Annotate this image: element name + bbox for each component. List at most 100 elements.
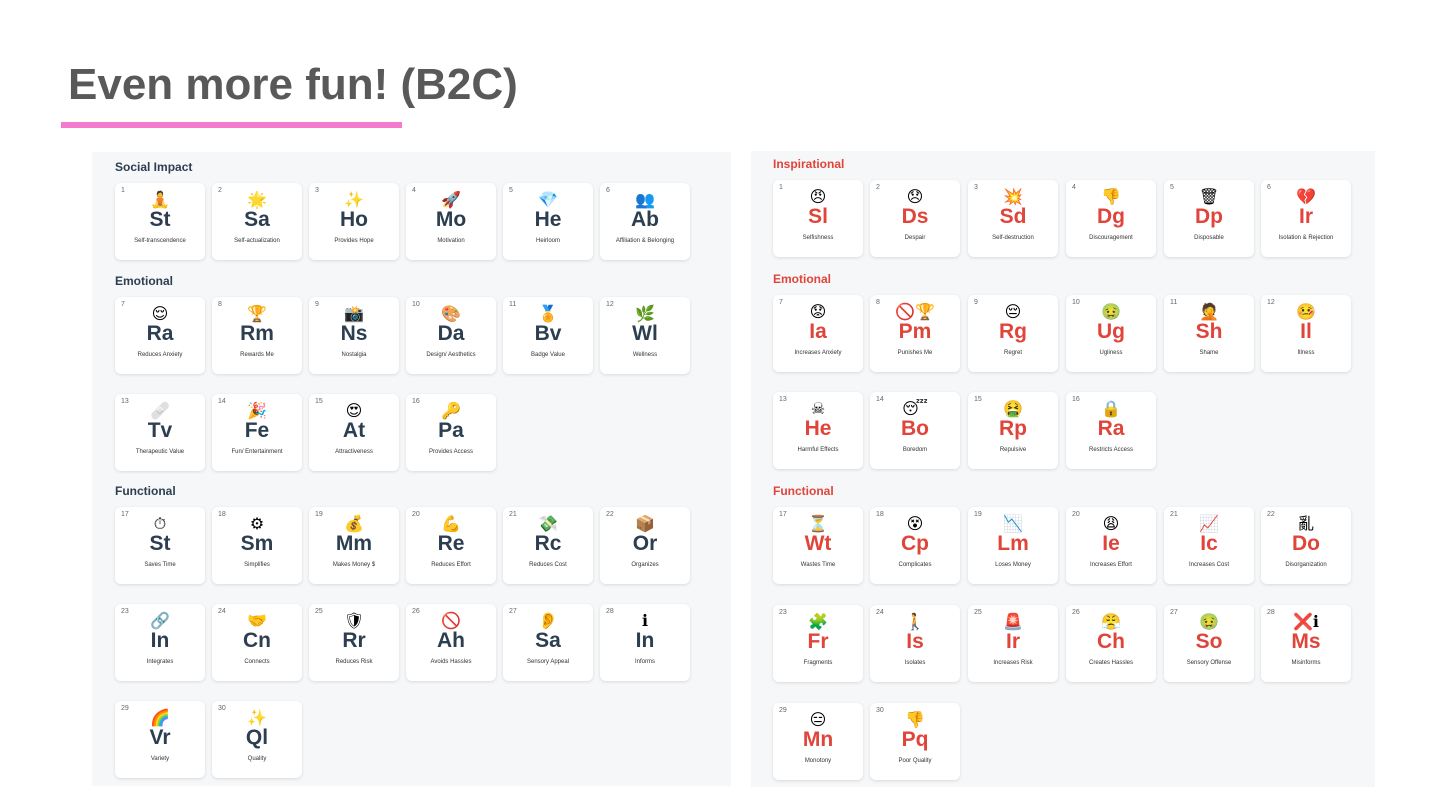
element-name: Self-transcendence (134, 238, 186, 244)
element-symbol: Tv (147, 419, 173, 442)
element-symbol: Sh (1195, 320, 1223, 343)
element-name: Repulsive (999, 447, 1027, 453)
element-name: Informs (634, 659, 655, 665)
element-name: Self-actualization (234, 238, 280, 244)
element-tile: 3 💥 Sd Self-destruction (968, 180, 1058, 257)
element-name: Therapeutic Value (135, 449, 185, 455)
element-name: Provides Access (428, 449, 474, 455)
element-name: Ugliness (1099, 350, 1123, 356)
element-emoji-icon: 💸 (538, 514, 558, 533)
element-symbol: Rp (999, 417, 1027, 440)
element-tile: 15 🤮 Rp Repulsive (968, 392, 1058, 469)
element-emoji-icon: 🔑 (441, 401, 461, 420)
element-name: Quality (247, 756, 267, 762)
element-symbol: Pa (438, 419, 464, 442)
element-emoji-icon: 💰 (344, 514, 364, 533)
element-emoji-icon: 🚫 (441, 611, 461, 630)
element-name: Organizes (631, 562, 659, 568)
element-emoji-icon: 🎨 (441, 304, 461, 323)
element-tile: 19 💰 Mm Makes Money $ (309, 507, 399, 584)
element-emoji-icon: 😵 (906, 514, 924, 533)
element-symbol: Mo (435, 208, 467, 231)
element-emoji-icon: 🏆 (247, 304, 267, 323)
element-symbol: Ab (631, 208, 659, 231)
element-tile: 13 🩹 Tv Therapeutic Value (115, 394, 205, 471)
element-name: Integrates (146, 659, 174, 665)
element-tile: 13 ☠ He Harmful Effects (773, 392, 863, 469)
element-tile: 11 🏅 Bv Badge Value (503, 297, 593, 374)
title-underline (61, 122, 402, 128)
element-name: Restricts Access (1088, 447, 1133, 453)
element-name: Reduces Effort (431, 562, 471, 568)
element-tile: 23 🧩 Fr Fragments (773, 605, 863, 682)
element-symbol: Da (437, 322, 465, 345)
element-name: Loses Money (995, 562, 1031, 568)
element-symbol: In (635, 629, 655, 652)
element-tile: 23 🔗 In Integrates (115, 604, 205, 681)
element-name: Increases Anxiety (794, 350, 842, 356)
element-symbol: Il (1300, 320, 1312, 343)
element-tile: 19 📉 Lm Loses Money (968, 507, 1058, 584)
element-name: Rewards Me (240, 352, 274, 358)
element-emoji-icon: 🌈 (150, 708, 170, 727)
element-symbol: At (342, 419, 366, 442)
element-symbol: Cp (901, 532, 929, 555)
element-tile: 6 💔 Ir Isolation & Rejection (1261, 180, 1351, 257)
element-tile: 26 🚫 Ah Avoids Hassles (406, 604, 496, 681)
element-tile: 17 ⏳ Wt Wastes Time (773, 507, 863, 584)
element-symbol: Sl (808, 205, 828, 228)
element-symbol: Mm (335, 532, 373, 555)
element-tile: 5 🗑 Dp Disposable (1164, 180, 1254, 257)
element-symbol: Ra (1097, 417, 1125, 440)
element-tile: 10 🤢 Ug Ugliness (1066, 295, 1156, 372)
element-name: Fun/ Entertainment (231, 449, 283, 455)
element-tile: 8 🏆 Rm Rewards Me (212, 297, 302, 374)
element-name: Provides Hope (334, 238, 374, 244)
element-emoji-icon: 🚀 (441, 190, 461, 209)
element-name: Nostalgia (341, 352, 367, 358)
element-symbol: Rm (240, 322, 274, 345)
element-emoji-icon: 🔗 (150, 611, 170, 630)
element-name: Affiliation & Belonging (615, 238, 675, 244)
element-tile: 26 😤 Ch Creates Hassles (1066, 605, 1156, 682)
negative-elements-panel: Inspirational Emotional Functional 1 😠 Sl S… (751, 151, 1375, 787)
element-emoji-icon: 亂 (1297, 514, 1314, 533)
element-tile: 25 🛡 Rr Reduces Risk (309, 604, 399, 681)
element-tile: 4 🚀 Mo Motivation (406, 183, 496, 260)
element-symbol: Lm (997, 532, 1029, 555)
element-symbol: Ra (146, 322, 174, 345)
element-tile: 22 亂 Do Disorganization (1261, 507, 1351, 584)
element-tile: 29 😑 Mn Monotony (773, 703, 863, 780)
element-emoji-icon: 👥 (635, 190, 655, 209)
element-name: Attractiveness (335, 449, 373, 455)
element-name: Sensory Offense (1186, 660, 1232, 666)
element-tile: 30 👎 Pq Poor Quality (870, 703, 960, 780)
element-tile: 27 🤢 So Sensory Offense (1164, 605, 1254, 682)
element-name: Reduces Anxiety (137, 352, 183, 358)
element-name: Poor Quality (898, 758, 932, 764)
element-name: Selfishness (802, 235, 834, 241)
element-symbol: Ms (1291, 630, 1321, 653)
element-emoji-icon: 📉 (1003, 514, 1023, 533)
element-symbol: Sa (244, 208, 270, 231)
element-tile: 6 👥 Ab Affiliation & Belonging (600, 183, 690, 260)
element-symbol: In (150, 629, 170, 652)
element-symbol: Ns (340, 322, 368, 345)
element-tile: 8 🚫🏆 Pm Punishes Me (870, 295, 960, 372)
element-emoji-icon: 😑 (809, 710, 827, 729)
element-emoji-icon: 🏅 (538, 304, 558, 323)
element-tile: 20 😩 Ie Increases Effort (1066, 507, 1156, 584)
element-name: Complicates (898, 562, 932, 568)
element-tile: 21 💸 Rc Reduces Cost (503, 507, 593, 584)
element-tile: 21 📈 Ic Increases Cost (1164, 507, 1254, 584)
element-symbol: Ic (1200, 532, 1218, 555)
element-name: Motivation (437, 238, 465, 244)
element-tile: 24 🤝 Cn Connects (212, 604, 302, 681)
element-emoji-icon: 👎 (1101, 187, 1121, 206)
element-emoji-icon: 🚶 (905, 612, 925, 631)
element-emoji-icon: 😍 (345, 401, 363, 420)
element-symbol: Cn (243, 629, 271, 652)
element-symbol: Is (906, 630, 924, 653)
element-tile: 15 😍 At Attractiveness (309, 394, 399, 471)
element-emoji-icon: 🌟 (247, 190, 267, 209)
